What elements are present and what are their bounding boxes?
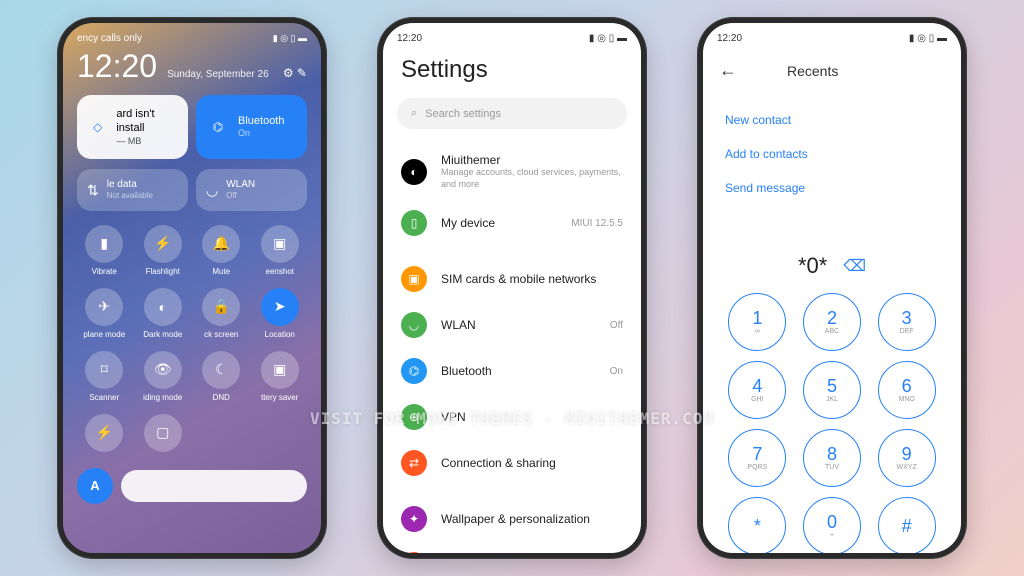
bluetooth-icon: ⌬	[401, 358, 427, 384]
carrier-text: ency calls only	[77, 33, 142, 44]
wallpaper-icon: ✦	[401, 506, 427, 532]
tile-icon: ⚡	[144, 225, 182, 263]
dialed-number: *0*	[798, 253, 827, 279]
key-1[interactable]: 1∞	[728, 293, 786, 351]
sim-row[interactable]: ▣SIM cards & mobile networks	[383, 256, 641, 302]
header-icons[interactable]: ⚙ ✎	[283, 66, 307, 80]
wlan-row[interactable]: ◡WLANOff	[383, 302, 641, 348]
bluetooth-row[interactable]: ⌬BluetoothOn	[383, 348, 641, 394]
status-icons: ▮ ◎ ▯ ▬	[909, 33, 947, 44]
wlan-tile[interactable]: ◡ WLANOff	[196, 169, 307, 211]
phone-dialer: 12:20 ▮ ◎ ▯ ▬ ← Recents New contactAdd to…	[697, 17, 967, 559]
back-button[interactable]: ←	[719, 60, 737, 81]
tile-icon: ➤	[261, 288, 299, 326]
account-row[interactable]: ◐ MiuithemerManage accounts, cloud servi…	[383, 143, 641, 200]
phone-icon: ▯	[401, 210, 427, 236]
sim-icon: ▣	[401, 266, 427, 292]
quick-tile-Scanner[interactable]: ⌑Scanner	[77, 347, 132, 406]
key-0[interactable]: 0+	[803, 497, 861, 553]
backspace-button[interactable]: ⌫	[843, 256, 866, 276]
status-icons: ▮ ◎ ▯ ▬	[273, 33, 307, 44]
tile-icon: 👁	[144, 351, 182, 389]
vpn-row[interactable]: ⊕VPN	[383, 394, 641, 440]
key-9[interactable]: 9WXYZ	[878, 429, 936, 487]
quick-tile[interactable]: ⚡	[77, 410, 132, 460]
tile-icon: ☾	[202, 351, 240, 389]
phone-settings: 12:20 ▮ ◎ ▯ ▬ Settings ⌕Search settings ◐…	[377, 17, 647, 559]
quick-tile-ttery-saver[interactable]: ▣ttery saver	[253, 347, 308, 406]
action-new-contact[interactable]: New contact	[725, 103, 939, 137]
tile-icon: ▮	[85, 225, 123, 263]
bluetooth-tile[interactable]: ⌬ BluetoothOn	[196, 95, 307, 159]
date: Sunday, September 26	[167, 69, 269, 80]
my-device-row[interactable]: ▯ My device MIUI 12.5.5	[383, 200, 641, 246]
tile-icon: ✈	[85, 288, 123, 326]
page-title: Settings	[383, 48, 641, 98]
phone-control-center: ency calls only ▮ ◎ ▯ ▬ 12:20 Sunday, Se…	[57, 17, 327, 559]
mobile-data-tile[interactable]: ⇅ le dataNot available	[77, 169, 188, 211]
avatar-icon: ◐	[401, 159, 427, 185]
page-title: Recents	[787, 63, 838, 79]
auto-brightness-button[interactable]: A	[77, 468, 113, 504]
lock-icon: ◉	[401, 552, 427, 553]
bluetooth-icon: ⌬	[206, 115, 230, 139]
quick-tile-Location[interactable]: ➤Location	[253, 284, 308, 343]
wifi-icon: ◡	[401, 312, 427, 338]
tile-icon: ▢	[144, 414, 182, 452]
tile-icon: ⚡	[85, 414, 123, 452]
wifi-icon: ◡	[206, 182, 218, 199]
quick-tile-eenshot[interactable]: ▣eenshot	[253, 221, 308, 280]
key-2[interactable]: 2ABC	[803, 293, 861, 351]
key-7[interactable]: 7PQRS	[728, 429, 786, 487]
status-icons: ▮ ◎ ▯ ▬	[589, 33, 627, 44]
clock: 12:20	[397, 33, 422, 44]
data-icon: ⇅	[87, 182, 99, 199]
sim-card-tile[interactable]: ◇ ard isn't install— MB	[77, 95, 188, 159]
vpn-icon: ⊕	[401, 404, 427, 430]
clock: 12:20	[717, 33, 742, 44]
tile-icon: ◐	[144, 288, 182, 326]
quick-tile-DND[interactable]: ☾DND	[194, 347, 249, 406]
key-*[interactable]: *	[728, 497, 786, 553]
quick-tile-Vibrate[interactable]: ▮Vibrate	[77, 221, 132, 280]
aod-row[interactable]: ◉Always-on display & Lock screen	[383, 542, 641, 553]
key-5[interactable]: 5JKL	[803, 361, 861, 419]
quick-tile[interactable]: ▢	[136, 410, 191, 460]
brightness-slider[interactable]	[121, 470, 307, 502]
tile-icon: ▣	[261, 225, 299, 263]
tile-icon: ⌑	[85, 351, 123, 389]
clock: 12:20	[77, 48, 157, 85]
quick-tile-Mute[interactable]: 🔔Mute	[194, 221, 249, 280]
share-icon: ⇄	[401, 450, 427, 476]
connection-row[interactable]: ⇄Connection & sharing	[383, 440, 641, 486]
quick-tile-ck-screen[interactable]: 🔒ck screen	[194, 284, 249, 343]
key-3[interactable]: 3DEF	[878, 293, 936, 351]
quick-tile-plane-mode[interactable]: ✈plane mode	[77, 284, 132, 343]
drop-icon: ◇	[87, 115, 108, 139]
wallpaper-row[interactable]: ✦Wallpaper & personalization	[383, 496, 641, 542]
key-4[interactable]: 4GHI	[728, 361, 786, 419]
tile-icon: 🔒	[202, 288, 240, 326]
key-6[interactable]: 6MNO	[878, 361, 936, 419]
action-add-to-contacts[interactable]: Add to contacts	[725, 137, 939, 171]
search-input[interactable]: ⌕Search settings	[397, 98, 627, 129]
quick-tile-iding-mode[interactable]: 👁iding mode	[136, 347, 191, 406]
tile-icon: ▣	[261, 351, 299, 389]
quick-tile-Dark-mode[interactable]: ◐Dark mode	[136, 284, 191, 343]
action-send-message[interactable]: Send message	[725, 171, 939, 205]
key-#[interactable]: #	[878, 497, 936, 553]
search-icon: ⌕	[411, 107, 417, 120]
quick-tile-Flashlight[interactable]: ⚡Flashlight	[136, 221, 191, 280]
key-8[interactable]: 8TUV	[803, 429, 861, 487]
tile-icon: 🔔	[202, 225, 240, 263]
